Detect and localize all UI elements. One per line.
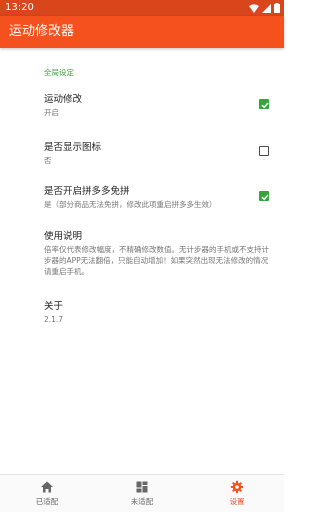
pref-about[interactable]: 关于 2.1.7 [44,300,274,325]
signal-icon [262,3,271,13]
pref-show-icon[interactable]: 是否显示图标 否 [44,141,274,166]
dashboard-icon [136,481,148,493]
status-bar: 13:20 [0,0,284,16]
nav-label: 已适配 [35,497,59,506]
pref-summary: 开启 [44,108,59,117]
wifi-icon [249,3,259,13]
pref-title: 关于 [44,301,64,312]
bottom-nav: 已适配 未适配 设置 [0,474,284,512]
pref-instructions[interactable]: 使用说明 倍率仅代表修改幅度，不精确修改数值。无计步器的手机或不支持计步器的AP… [44,230,274,277]
pref-pdd-free-group[interactable]: 是否开启拼多多免拼 是（部分商品无法免拼，修改此项重启拼多多生效） [44,185,274,210]
home-icon [41,481,53,493]
status-time: 13:20 [5,2,34,13]
app-bar: 运动修改器 [0,16,284,48]
gear-icon [230,480,244,494]
nav-label: 未适配 [130,497,154,506]
nav-item-unadapted[interactable]: 未适配 [95,475,189,512]
check-icon [261,194,269,201]
app-title: 运动修改器 [9,24,75,39]
battery-icon [274,3,280,13]
show-icon-checkbox[interactable] [259,146,269,156]
pref-summary: 倍率仅代表修改幅度，不精确修改数值。无计步器的手机或不支持计步器的APP无法翻倍… [44,245,269,276]
nav-item-settings[interactable]: 设置 [190,475,284,512]
check-icon [261,102,269,109]
status-icons [249,3,280,13]
nav-label: 设置 [229,497,245,506]
pref-title: 是否开启拼多多免拼 [44,186,130,197]
pref-title: 运动修改 [44,94,83,105]
pdd-free-group-checkbox[interactable] [259,191,269,201]
motion-modify-checkbox[interactable] [259,99,269,109]
pref-title: 使用说明 [44,231,83,242]
settings-list: 全局设定 运动修改 开启 是否显示图标 否 是否开启拼多多免拼 是（部分商品无法… [0,48,284,474]
pref-motion-modify[interactable]: 运动修改 开启 [44,93,274,118]
pref-summary: 2.1.7 [44,315,64,324]
pref-summary: 否 [44,156,52,165]
section-header-global: 全局设定 [44,68,74,77]
nav-item-adapted[interactable]: 已适配 [0,475,94,512]
pref-title: 是否显示图标 [44,142,102,153]
pref-summary: 是（部分商品无法免拼，修改此项重启拼多多生效） [44,200,217,209]
